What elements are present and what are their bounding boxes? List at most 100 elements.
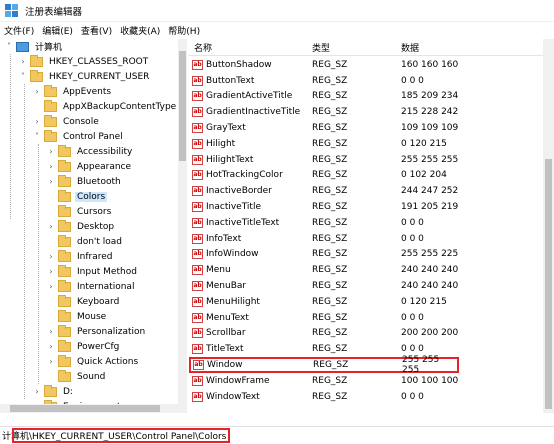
- tree-item-label: Colors: [75, 191, 108, 202]
- value-row[interactable]: ab WindowText REG_SZ 0 0 0: [188, 389, 544, 405]
- tree-item[interactable]: › Accessibility: [46, 144, 134, 159]
- expand-chevron-icon[interactable]: ›: [46, 357, 56, 366]
- value-type: REG_SZ: [312, 375, 348, 386]
- string-value-icon: ab: [192, 375, 203, 386]
- value-type: REG_SZ: [312, 265, 348, 276]
- tree-horizontal-scrollbar[interactable]: [0, 404, 187, 413]
- value-name: MenuBar: [206, 281, 247, 292]
- tree-item[interactable]: › PowerCfg: [46, 339, 121, 354]
- tree-item[interactable]: don't load: [46, 234, 124, 249]
- collapse-chevron-icon[interactable]: ˅: [18, 72, 28, 81]
- tree-vertical-scrollbar[interactable]: [178, 39, 187, 404]
- expand-chevron-icon[interactable]: ›: [46, 177, 56, 186]
- tree-item[interactable]: › Appearance: [46, 159, 133, 174]
- tree-item[interactable]: ˅ 计算机: [4, 39, 64, 54]
- tree-item[interactable]: Cursors: [46, 204, 113, 219]
- value-row[interactable]: ab Menu REG_SZ 240 240 240: [188, 262, 544, 278]
- folder-icon: [58, 294, 71, 307]
- menu-edit[interactable]: 编辑(E): [38, 24, 77, 37]
- string-value-icon: ab: [192, 249, 203, 260]
- value-row[interactable]: ab HotTrackingColor REG_SZ 0 102 204: [188, 168, 544, 184]
- value-row[interactable]: ab MenuText REG_SZ 0 0 0: [188, 310, 544, 326]
- folder-icon: [58, 354, 71, 367]
- tree-item[interactable]: › Input Method: [46, 264, 139, 279]
- tree-item[interactable]: ˅ HKEY_CURRENT_USER: [18, 69, 151, 84]
- value-row[interactable]: ab GradientInactiveTitle REG_SZ 215 228 242: [188, 104, 544, 120]
- value-row[interactable]: ab GradientActiveTitle REG_SZ 185 209 234: [188, 89, 544, 105]
- value-name: WindowText: [206, 391, 260, 402]
- string-value-icon: ab: [192, 328, 203, 339]
- tree-item[interactable]: › Personalization: [46, 324, 147, 339]
- folder-icon: [44, 384, 57, 397]
- value-row[interactable]: ab InfoWindow REG_SZ 255 255 225: [188, 247, 544, 263]
- expand-chevron-icon[interactable]: ›: [32, 87, 42, 96]
- value-row[interactable]: ab GrayText REG_SZ 109 109 109: [188, 120, 544, 136]
- expand-chevron-icon[interactable]: ›: [46, 147, 56, 156]
- tree-item[interactable]: › Console: [32, 114, 101, 129]
- expand-chevron-icon[interactable]: ›: [46, 342, 56, 351]
- tree-item[interactable]: Colors: [46, 189, 108, 204]
- collapse-chevron-icon[interactable]: ˅: [32, 132, 42, 141]
- value-row[interactable]: ab ButtonShadow REG_SZ 160 160 160: [188, 57, 544, 73]
- tree-item-label: Quick Actions: [77, 356, 139, 367]
- expand-chevron-icon[interactable]: ›: [32, 387, 42, 396]
- tree-item[interactable]: › Bluetooth: [46, 174, 123, 189]
- tree-item[interactable]: Mouse: [46, 309, 108, 324]
- expand-chevron-icon[interactable]: ›: [46, 222, 56, 231]
- column-header-name[interactable]: 名称: [194, 41, 212, 54]
- tree-vscroll-thumb[interactable]: [179, 51, 186, 161]
- value-type: REG_SZ: [312, 328, 348, 339]
- value-data: 0 0 0: [401, 312, 424, 323]
- value-row[interactable]: ab InactiveTitle REG_SZ 191 205 219: [188, 199, 544, 215]
- value-data: 255 255 255: [401, 154, 459, 165]
- tree-item[interactable]: › International: [46, 279, 136, 294]
- value-row[interactable]: ab InactiveTitleText REG_SZ 0 0 0: [188, 215, 544, 231]
- menu-favorites[interactable]: 收藏夹(A): [116, 24, 164, 37]
- tree-item[interactable]: › D:: [32, 384, 75, 399]
- menu-help[interactable]: 帮助(H): [164, 24, 204, 37]
- tree-item[interactable]: › HKEY_CLASSES_ROOT: [18, 54, 150, 69]
- value-row[interactable]: ab TitleText REG_SZ 0 0 0: [188, 341, 544, 357]
- string-value-icon: ab: [192, 312, 203, 323]
- value-row[interactable]: ab InactiveBorder REG_SZ 244 247 252: [188, 183, 544, 199]
- value-row[interactable]: ab Window REG_SZ 255 255 255: [189, 355, 459, 375]
- list-vertical-scrollbar[interactable]: [543, 39, 554, 413]
- tree-item[interactable]: › Quick Actions: [46, 354, 140, 369]
- menu-view[interactable]: 查看(V): [77, 24, 116, 37]
- tree-item-label: Infrared: [77, 251, 113, 262]
- value-row[interactable]: ab InfoText REG_SZ 0 0 0: [188, 231, 544, 247]
- expand-chevron-icon[interactable]: ›: [46, 267, 56, 276]
- tree-item[interactable]: AppXBackupContentType: [32, 99, 178, 114]
- value-name: Menu: [206, 265, 231, 276]
- tree-hscroll-thumb[interactable]: [10, 405, 160, 412]
- tree-item[interactable]: › Desktop: [46, 219, 116, 234]
- string-value-icon: ab: [192, 170, 203, 181]
- column-header-type[interactable]: 类型: [312, 41, 330, 54]
- tree-item[interactable]: › Infrared: [46, 249, 115, 264]
- registry-tree[interactable]: ˅ 计算机 › HKEY_CLASSES_ROOT ˅ HKEY_CURRENT_USER…: [0, 39, 187, 413]
- tree-item[interactable]: Sound: [46, 369, 107, 384]
- folder-icon: [30, 54, 43, 67]
- value-row[interactable]: ab ButtonText REG_SZ 0 0 0: [188, 73, 544, 89]
- tree-item[interactable]: ˅ Control Panel: [32, 129, 125, 144]
- list-vscroll-thumb[interactable]: [545, 159, 552, 409]
- expand-chevron-icon[interactable]: ›: [18, 57, 28, 66]
- value-row[interactable]: ab WindowFrame REG_SZ 100 100 100: [188, 373, 544, 389]
- expand-chevron-icon[interactable]: ›: [46, 252, 56, 261]
- value-row[interactable]: ab Hilight REG_SZ 0 120 215: [188, 136, 544, 152]
- expand-chevron-icon[interactable]: ›: [32, 117, 42, 126]
- tree-item-label: don't load: [77, 236, 123, 247]
- tree-item[interactable]: Keyboard: [46, 294, 121, 309]
- value-row[interactable]: ab MenuBar REG_SZ 240 240 240: [188, 278, 544, 294]
- expand-chevron-icon[interactable]: ›: [46, 282, 56, 291]
- menu-file[interactable]: 文件(F): [0, 24, 38, 37]
- collapse-chevron-icon[interactable]: ˅: [4, 42, 14, 51]
- column-header-data[interactable]: 数据: [401, 41, 419, 54]
- value-row[interactable]: ab MenuHilight REG_SZ 0 120 215: [188, 294, 544, 310]
- expand-chevron-icon[interactable]: ›: [46, 327, 56, 336]
- value-row[interactable]: ab HilightText REG_SZ 255 255 255: [188, 152, 544, 168]
- value-row[interactable]: ab Scrollbar REG_SZ 200 200 200: [188, 326, 544, 342]
- expand-chevron-icon[interactable]: ›: [46, 162, 56, 171]
- tree-item[interactable]: › AppEvents: [32, 84, 113, 99]
- value-type: REG_SZ: [312, 75, 348, 86]
